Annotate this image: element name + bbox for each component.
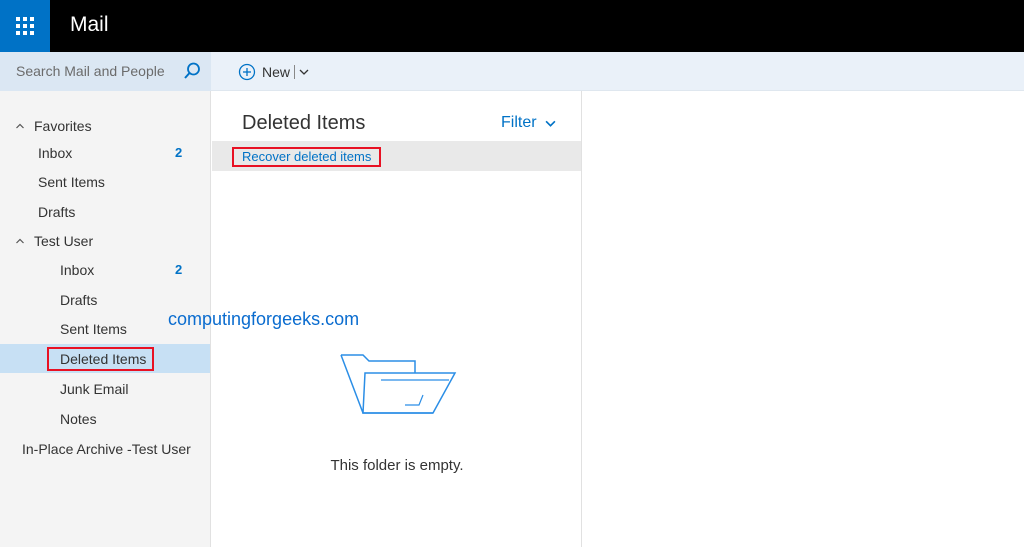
chevron-up-icon (16, 123, 24, 128)
sidebar-item-label: Sent Items (38, 173, 105, 190)
account-group-header[interactable]: Test User (0, 226, 210, 255)
command-bar: New (0, 52, 1024, 91)
sidebar-item-label: Drafts (38, 203, 76, 220)
sidebar-item-label: In-Place Archive -Test User (22, 440, 191, 457)
unread-count-badge: 2 (175, 145, 183, 160)
app-title: Mail (70, 13, 109, 36)
favorites-group-header[interactable]: Favorites (0, 111, 210, 140)
favorites-label: Favorites (34, 117, 92, 134)
empty-folder-icon (340, 354, 457, 414)
sidebar-item-notes[interactable]: Notes (0, 404, 210, 433)
search-icon[interactable] (182, 61, 202, 81)
account-label: Test User (34, 232, 94, 249)
recover-deleted-items-link[interactable]: Recover deleted items (232, 147, 382, 167)
add-circle-icon (238, 63, 256, 81)
chevron-up-icon (16, 238, 24, 243)
sidebar-item-label: Deleted Items (60, 350, 147, 367)
new-button-label: New (262, 64, 291, 80)
sidebar-item-label: Drafts (60, 291, 98, 308)
sidebar-item-label: Sent Items (60, 320, 127, 337)
filter-label: Filter (501, 114, 537, 131)
sidebar-item-label: Junk Email (60, 380, 129, 397)
empty-folder-message: This folder is empty. (330, 457, 464, 474)
app-launcher-button[interactable] (0, 0, 50, 52)
sidebar-item-label: Inbox (60, 261, 95, 278)
sidebar-item-label: Inbox (38, 144, 73, 161)
folder-title: Deleted Items (242, 112, 366, 134)
sidebar-item-favorites-drafts[interactable]: Drafts (0, 197, 210, 226)
sidebar-item-inbox[interactable]: Inbox 2 (0, 255, 210, 284)
sidebar-item-favorites-sent-items[interactable]: Sent Items (0, 167, 210, 196)
search-input[interactable] (10, 60, 175, 82)
top-bar: Mail (0, 0, 1024, 52)
filter-button[interactable]: Filter (501, 114, 556, 132)
chevron-down-icon (545, 120, 556, 127)
sidebar-item-in-place-archive[interactable]: In-Place Archive -Test User (0, 434, 210, 463)
watermark-text: computingforgeeks.com (168, 309, 360, 329)
reading-pane (583, 91, 1024, 547)
sidebar-item-favorites-inbox[interactable]: Inbox 2 (0, 138, 210, 167)
new-message-button[interactable]: New (238, 61, 309, 83)
sidebar-item-label: Notes (60, 410, 97, 427)
divider (294, 65, 296, 79)
sidebar-item-junk-email[interactable]: Junk Email (0, 374, 210, 403)
sidebar-item-deleted-items[interactable]: Deleted Items (0, 344, 210, 373)
recover-bar: Recover deleted items (212, 141, 581, 171)
chevron-down-icon[interactable] (299, 67, 309, 77)
unread-count-badge: 2 (175, 262, 183, 277)
waffle-icon (16, 17, 34, 35)
search-box (0, 52, 211, 91)
